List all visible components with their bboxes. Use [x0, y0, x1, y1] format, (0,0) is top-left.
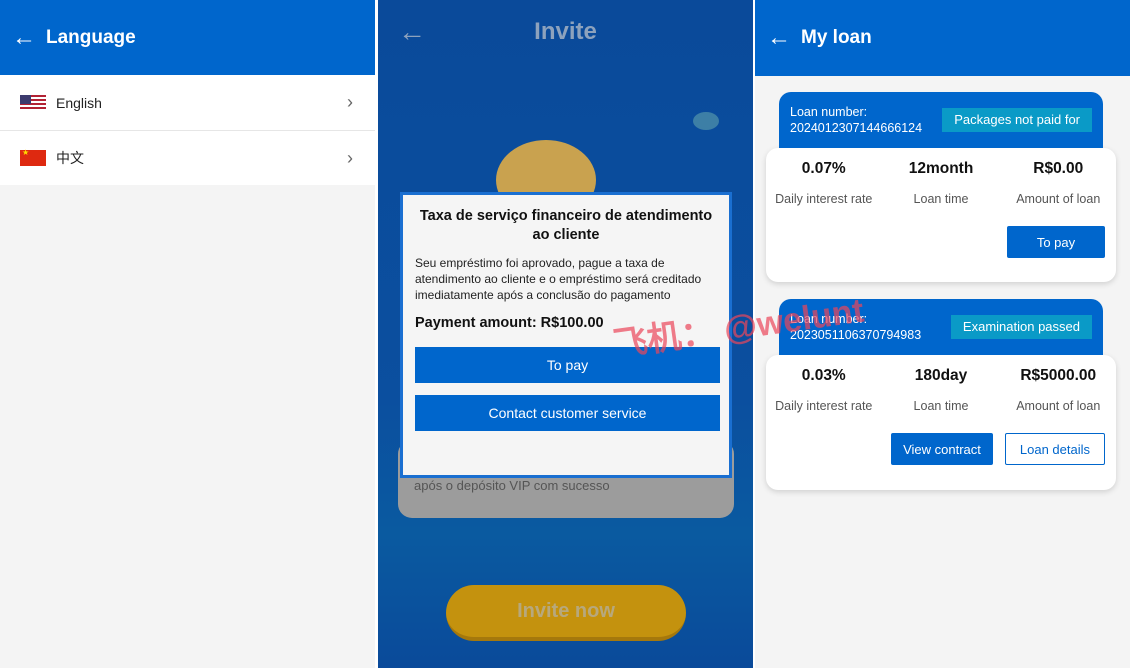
payment-amount: Payment amount: R$100.00 — [415, 315, 604, 331]
page-title: Language — [46, 26, 136, 48]
contact-customer-service-button[interactable]: Contact customer service — [415, 395, 720, 431]
language-label: English — [56, 94, 102, 111]
info-text: após o depósito VIP com sucesso — [414, 478, 610, 493]
fee-dialog: Taxa de serviço financeiro de atendiment… — [400, 192, 732, 478]
stat-time: 180day Loan time — [913, 367, 969, 413]
cn-flag-icon — [20, 148, 46, 166]
page-title: Invite — [534, 18, 597, 45]
to-pay-button[interactable]: To pay — [415, 347, 720, 383]
loan-details-button[interactable]: Loan details — [1004, 433, 1105, 465]
my-loan-screen: ← My loan Loan number: 202401230714466612… — [755, 0, 1130, 668]
language-label: 中文 — [56, 150, 84, 166]
invite-screen: ← Invite após o depósito VIP com sucesso… — [378, 0, 753, 668]
back-arrow-icon[interactable]: ← — [767, 24, 791, 52]
us-flag-icon — [20, 94, 46, 111]
language-screen: ← Language English › 中文 › — [0, 0, 375, 668]
page-title: My loan — [801, 27, 872, 48]
invite-now-button[interactable]: Invite now — [446, 585, 686, 641]
loan-card-header: Loan number: 2024012307144666124 Packages… — [779, 92, 1103, 148]
header: ← My loan — [755, 0, 1130, 76]
language-item-english[interactable]: English › — [0, 75, 375, 130]
chevron-right-icon: › — [347, 92, 353, 112]
loan-card-header: Loan number: 2023051106370794983 Examinat… — [779, 299, 1103, 355]
stat-amount: R$0.00 Amount of loan — [1016, 160, 1101, 206]
stat-rate: 0.03% Daily interest rate — [775, 367, 873, 413]
stat-amount: R$5000.00 Amount of loan — [1016, 367, 1101, 413]
back-arrow-icon[interactable]: ← — [12, 24, 36, 52]
loan-number: Loan number: 2024012307144666124 — [790, 105, 923, 135]
chevron-right-icon: › — [347, 147, 353, 168]
language-item-chinese[interactable]: 中文 › — [0, 130, 375, 185]
status-badge: Examination passed — [950, 315, 1092, 339]
dialog-title: Taxa de serviço financeiro de atendiment… — [419, 208, 713, 243]
loan-card: Loan number: 2023051106370794983 Examinat… — [766, 299, 1116, 490]
view-contract-button[interactable]: View contract — [891, 433, 993, 465]
header: ← Language — [0, 0, 375, 75]
loan-number: Loan number: 2023051106370794983 — [790, 312, 922, 342]
stat-rate: 0.07% Daily interest rate — [775, 160, 873, 206]
loan-card: Loan number: 2024012307144666124 Packages… — [766, 92, 1116, 282]
status-badge: Packages not paid for — [942, 108, 1092, 132]
to-pay-button[interactable]: To pay — [1007, 226, 1105, 258]
dialog-message: Seu empréstimo foi aprovado, pague a tax… — [415, 256, 702, 302]
coin-decoration — [693, 112, 719, 130]
stat-time: 12month Loan time — [908, 160, 974, 206]
